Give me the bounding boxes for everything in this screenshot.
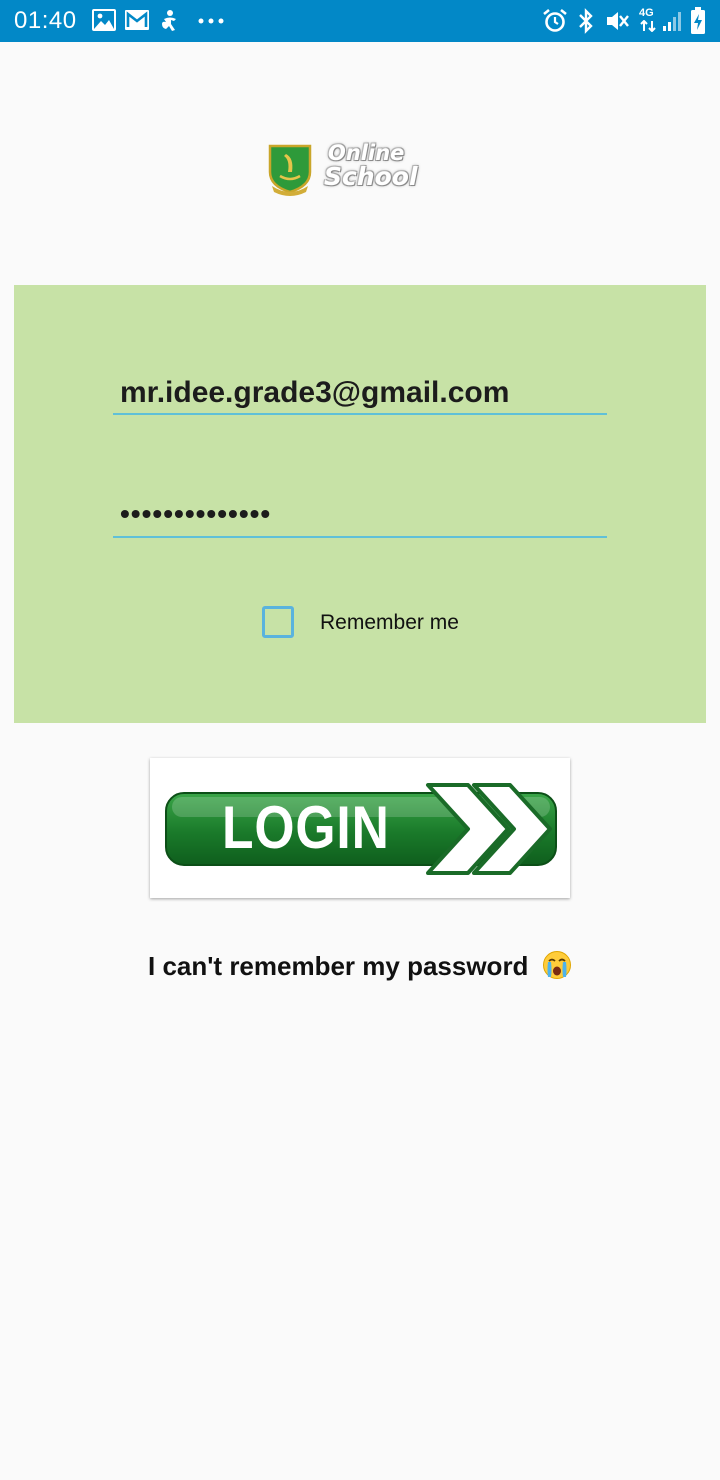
bluetooth-icon xyxy=(579,8,593,34)
email-field[interactable]: mr.idee.grade3@gmail.com xyxy=(113,365,607,415)
accessibility-icon xyxy=(162,10,176,31)
network-4g-icon: 4G xyxy=(638,7,658,35)
image-icon xyxy=(92,9,116,31)
logo-text: Online School xyxy=(324,141,418,191)
mute-icon xyxy=(607,12,629,30)
alarm-icon xyxy=(543,8,567,32)
battery-charging-icon xyxy=(691,7,705,34)
more-dots-icon xyxy=(198,18,224,24)
remember-me-label: Remember me xyxy=(320,611,459,634)
email-value: mr.idee.grade3@gmail.com xyxy=(120,376,510,409)
logo-line1: Online xyxy=(328,141,405,165)
status-bar: 01:40 4G xyxy=(0,0,720,42)
crying-face-icon xyxy=(542,950,572,987)
login-button-label: LOGIN xyxy=(222,794,390,861)
app-logo: Online School xyxy=(266,142,430,198)
signal-icon xyxy=(663,12,681,31)
gmail-icon xyxy=(125,10,149,30)
forgot-password-text: I can't remember my password xyxy=(148,951,529,981)
password-value: •••••••••••••• xyxy=(120,498,272,529)
network-label: 4G xyxy=(639,7,654,19)
password-field[interactable]: •••••••••••••• xyxy=(113,488,607,538)
login-button[interactable]: LOGIN xyxy=(150,758,570,898)
school-crest-icon xyxy=(268,144,312,196)
forgot-password-link[interactable]: I can't remember my password xyxy=(148,950,572,987)
remember-me-checkbox[interactable] xyxy=(262,606,294,638)
login-form-panel: mr.idee.grade3@gmail.com •••••••••••••• … xyxy=(14,285,706,723)
status-time: 01:40 xyxy=(14,7,77,34)
logo-line2: School xyxy=(324,162,418,191)
